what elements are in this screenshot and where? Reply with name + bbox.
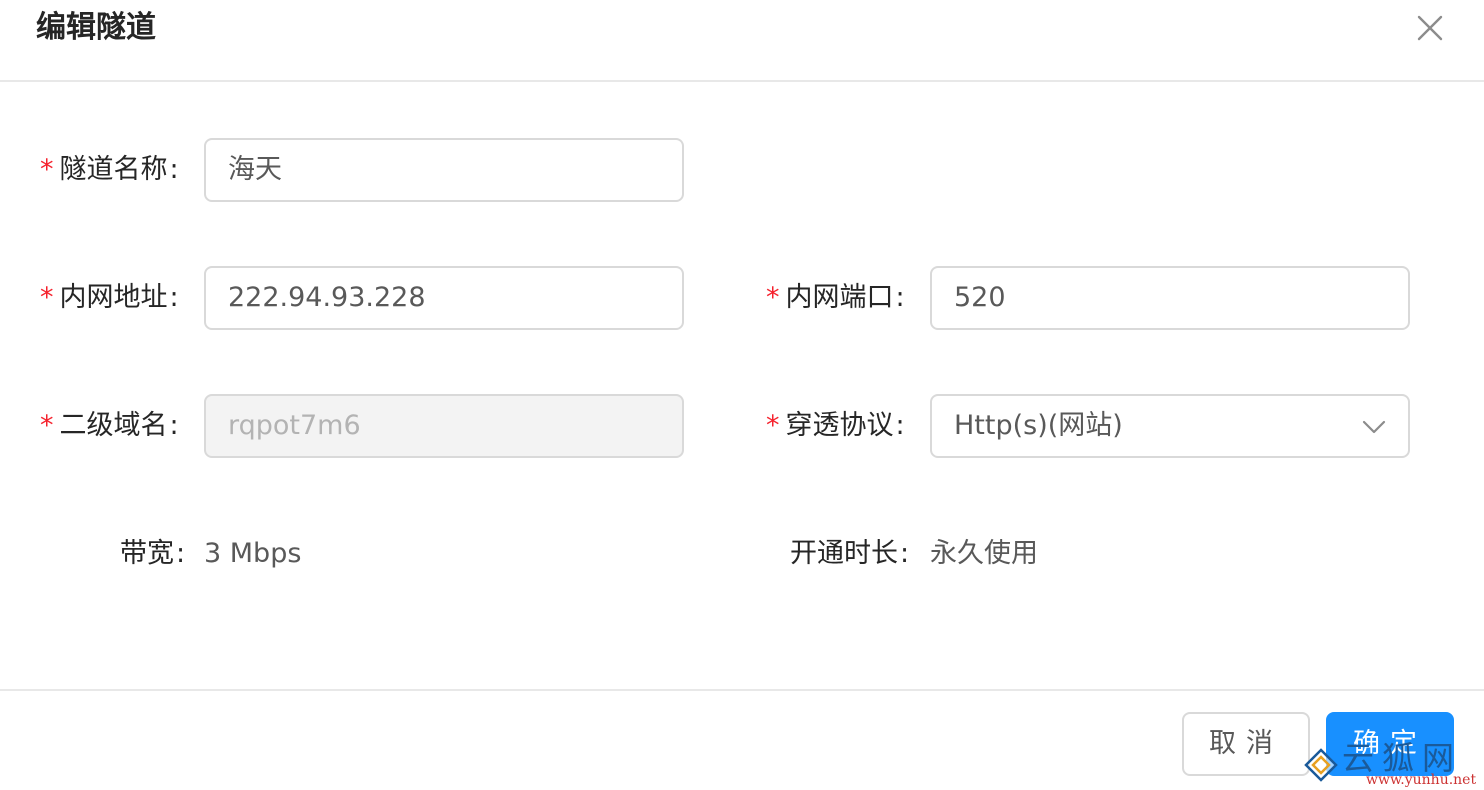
- required-mark: *: [40, 154, 54, 185]
- subdomain-label: * 二级域名:: [40, 410, 179, 441]
- protocol-select[interactable]: Http(s)(网站): [930, 394, 1410, 458]
- chevron-down-icon: [1362, 420, 1386, 434]
- duration-label: 开通时长:: [790, 538, 910, 569]
- lan-address-label: * 内网地址:: [40, 282, 179, 313]
- required-mark: *: [766, 410, 780, 441]
- duration-value: 永久使用: [930, 538, 1038, 569]
- watermark-text: 云狐网: [1342, 739, 1463, 777]
- lan-port-input[interactable]: 520: [930, 266, 1410, 330]
- dialog-header: 编辑隧道: [0, 0, 1484, 82]
- footer-divider: [0, 689, 1484, 691]
- subdomain-input: rqpot7m6: [204, 394, 684, 458]
- protocol-label: * 穿透协议:: [766, 410, 905, 441]
- watermark: 云狐网 www.yunhu.net: [1300, 740, 1484, 790]
- dialog-title: 编辑隧道: [36, 10, 156, 45]
- bandwidth-value: 3 Mbps: [204, 538, 302, 569]
- bandwidth-label: 带宽:: [120, 538, 186, 569]
- close-button[interactable]: [1410, 8, 1450, 48]
- required-mark: *: [40, 282, 54, 313]
- lan-address-input[interactable]: 222.94.93.228: [204, 266, 684, 330]
- tunnel-name-label: * 隧道名称:: [40, 154, 179, 185]
- watermark-url: www.yunhu.net: [1366, 772, 1477, 788]
- cancel-button[interactable]: 取消: [1182, 712, 1310, 776]
- close-icon: [1417, 15, 1443, 41]
- required-mark: *: [40, 410, 54, 441]
- lan-port-label: * 内网端口:: [766, 282, 905, 313]
- required-mark: *: [766, 282, 780, 313]
- tunnel-name-input[interactable]: 海天: [204, 138, 684, 202]
- watermark-logo-icon: [1304, 748, 1338, 782]
